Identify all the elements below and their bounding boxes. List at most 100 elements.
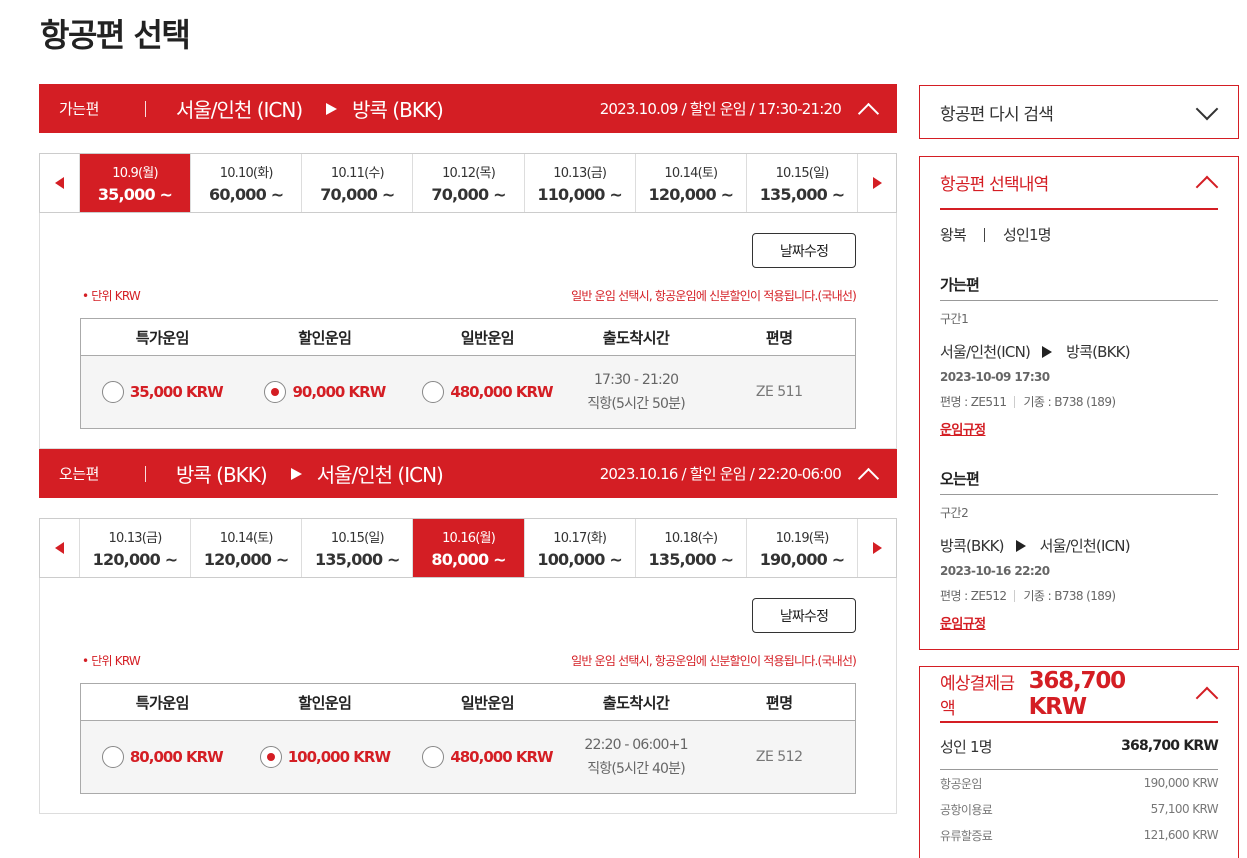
fee-amount: 57,100 KRW: [1150, 802, 1219, 816]
fare-table: 특가운임 할인운임 일반운임 출도착시간 편명 35,000 KRW 90,00…: [80, 318, 856, 429]
date-tab[interactable]: 10.15(일) 135,000 ~: [301, 519, 412, 577]
fare-rule-link[interactable]: 운임규정: [940, 613, 986, 632]
fare-note: 일반 운임 선택시, 항공운임에 신분할인이 적용됩니다.(국내선): [571, 289, 857, 303]
fare-option-special[interactable]: 80,000 KRW: [81, 746, 244, 768]
date-strip: 10.13(금) 120,000 ~ 10.14(토) 120,000 ~ 10.1…: [39, 518, 897, 578]
leg-aircraft: 기종 : B738 (189): [1023, 589, 1116, 603]
date-tab[interactable]: 10.10(화) 60,000 ~: [190, 154, 301, 212]
fare-rule-link[interactable]: 운임규정: [940, 419, 986, 438]
fee-label: 공항이용료: [940, 802, 993, 817]
date-tab[interactable]: 10.9(월) 35,000 ~: [78, 154, 191, 212]
leg-datetime: 2023-10-16 22:20: [940, 564, 1050, 578]
chevron-up-icon[interactable]: [857, 98, 879, 120]
date-edit-button[interactable]: 날짜수정: [752, 233, 856, 268]
divider: [1014, 395, 1016, 408]
date-tab-price: 120,000 ~: [92, 550, 178, 569]
date-tab[interactable]: 10.14(토) 120,000 ~: [634, 154, 746, 212]
chevron-up-icon[interactable]: [1194, 682, 1218, 706]
fare-note: 일반 운임 선택시, 항공운임에 신분할인이 적용됩니다.(국내선): [571, 654, 857, 668]
caret-left-icon: [54, 177, 64, 189]
flight-info: 2023.10.16 / 할인 운임 / 22:20-06:00: [599, 465, 842, 483]
date-tab[interactable]: 10.12(목) 70,000 ~: [412, 154, 523, 212]
radio-button-checked[interactable]: [259, 746, 282, 768]
prev-dates-button[interactable]: [40, 519, 79, 577]
fare-amount: 35,000 KRW: [129, 383, 224, 401]
date-tab-date: 10.14(토): [664, 166, 718, 181]
date-tab[interactable]: 10.13(금) 120,000 ~: [78, 519, 190, 577]
outbound-header[interactable]: 가는편 서울/인천 (ICN) 방콕 (BKK) 2023.10.09 / 할인…: [39, 84, 897, 133]
date-tab-date: 10.14(토): [219, 531, 274, 546]
fare-amount: 480,000 KRW: [450, 748, 553, 766]
prev-dates-button[interactable]: [40, 154, 79, 212]
chevron-up-icon[interactable]: [1194, 171, 1218, 195]
date-tab[interactable]: 10.15(일) 135,000 ~: [745, 154, 857, 212]
col-header-special: 특가운임: [135, 328, 190, 347]
divider: [984, 227, 986, 242]
date-tab[interactable]: 10.17(화) 100,000 ~: [523, 519, 635, 577]
date-tab[interactable]: 10.13(금) 110,000 ~: [523, 154, 635, 212]
date-edit-button[interactable]: 날짜수정: [752, 598, 856, 633]
leg-flight: 편명 : ZE512: [940, 589, 1007, 603]
fee-amount: 121,600 KRW: [1143, 828, 1219, 842]
segment-label: 구간1: [940, 312, 969, 326]
leg-destination: 서울/인천(ICN): [1039, 537, 1131, 555]
divider: [145, 465, 146, 482]
leg-origin: 방콕(BKK): [940, 537, 1004, 555]
date-tab-price: 190,000 ~: [759, 550, 845, 569]
col-header-time: 출도착시간: [602, 328, 670, 347]
leg-flight: 편명 : ZE511: [940, 395, 1007, 409]
flight-number: ZE 511: [755, 384, 803, 400]
summary-header[interactable]: 항공편 선택내역: [940, 157, 1218, 210]
chevron-up-icon[interactable]: [857, 463, 879, 485]
leg-route: 방콕(BKK) 서울/인천(ICN): [940, 535, 1218, 556]
origin: 방콕 (BKK): [176, 463, 268, 487]
fare-amount: 480,000 KRW: [450, 383, 553, 401]
date-tab[interactable]: 10.11(수) 70,000 ~: [301, 154, 412, 212]
fare-option-normal[interactable]: 480,000 KRW: [406, 381, 569, 403]
col-header-normal: 일반운임: [460, 693, 515, 712]
fee-row: 유류할증료 121,600 KRW: [940, 822, 1219, 848]
flight-duration: 직항(5시간 40분): [587, 761, 686, 777]
direction-label: 가는편: [59, 100, 99, 118]
fare-option-special[interactable]: 35,000 KRW: [81, 381, 244, 403]
date-tab-date: 10.13(금): [108, 531, 163, 546]
date-tab-price: 120,000 ~: [203, 550, 289, 569]
date-tab-price: 70,000 ~: [320, 185, 395, 204]
leg-aircraft-info: 편명 : ZE511 기종 : B738 (189): [940, 393, 1218, 410]
date-tab-date: 10.9(월): [112, 166, 158, 181]
next-dates-button[interactable]: [857, 154, 896, 212]
fare-option-discount[interactable]: 100,000 KRW: [244, 746, 407, 768]
research-flights-toggle[interactable]: 항공편 다시 검색: [919, 85, 1239, 139]
inbound-flight-section: 오는편 방콕 (BKK) 서울/인천 (ICN) 2023.10.16 / 할인…: [39, 449, 897, 814]
fare-option-discount[interactable]: 90,000 KRW: [244, 381, 407, 403]
radio-button[interactable]: [422, 381, 445, 403]
fare-option-normal[interactable]: 480,000 KRW: [406, 746, 569, 768]
fare-table: 특가운임 할인운임 일반운임 출도착시간 편명 80,000 KRW 100,0…: [80, 683, 856, 794]
fee-row: 공항이용료 57,100 KRW: [940, 796, 1219, 822]
date-tab[interactable]: 10.16(월) 80,000 ~: [412, 519, 524, 577]
date-tab[interactable]: 10.14(토) 120,000 ~: [190, 519, 301, 577]
price-total: 368,700 KRW: [1028, 668, 1127, 720]
arrow-right-icon: [1015, 539, 1026, 552]
date-tab[interactable]: 10.19(목) 190,000 ~: [745, 519, 857, 577]
date-tab-date: 10.18(수): [664, 531, 718, 546]
price-header[interactable]: 예상결제금액 368,700 KRW: [940, 667, 1218, 723]
inbound-header[interactable]: 오는편 방콕 (BKK) 서울/인천 (ICN) 2023.10.16 / 할인…: [39, 449, 897, 498]
outbound-flight-section: 가는편 서울/인천 (ICN) 방콕 (BKK) 2023.10.09 / 할인…: [39, 84, 897, 449]
date-tab-price: 120,000 ~: [648, 185, 734, 204]
fare-amount: 80,000 KRW: [129, 748, 224, 766]
next-dates-button[interactable]: [857, 519, 896, 577]
date-tab[interactable]: 10.18(수) 135,000 ~: [634, 519, 746, 577]
radio-button-checked[interactable]: [264, 381, 287, 403]
date-tab-date: 10.17(화): [553, 531, 607, 546]
leg-origin: 서울/인천(ICN): [940, 343, 1031, 361]
departure-arrival-time: 22:20 - 06:00+1: [584, 737, 688, 753]
caret-right-icon: [872, 177, 882, 189]
radio-button[interactable]: [101, 381, 124, 403]
fee-row: 항공운임 190,000 KRW: [940, 770, 1219, 796]
caret-right-icon: [872, 542, 882, 554]
col-header-special: 특가운임: [135, 693, 190, 712]
radio-button[interactable]: [101, 746, 124, 768]
radio-button[interactable]: [422, 746, 445, 768]
price-label: 예상결제금액: [940, 674, 1015, 719]
